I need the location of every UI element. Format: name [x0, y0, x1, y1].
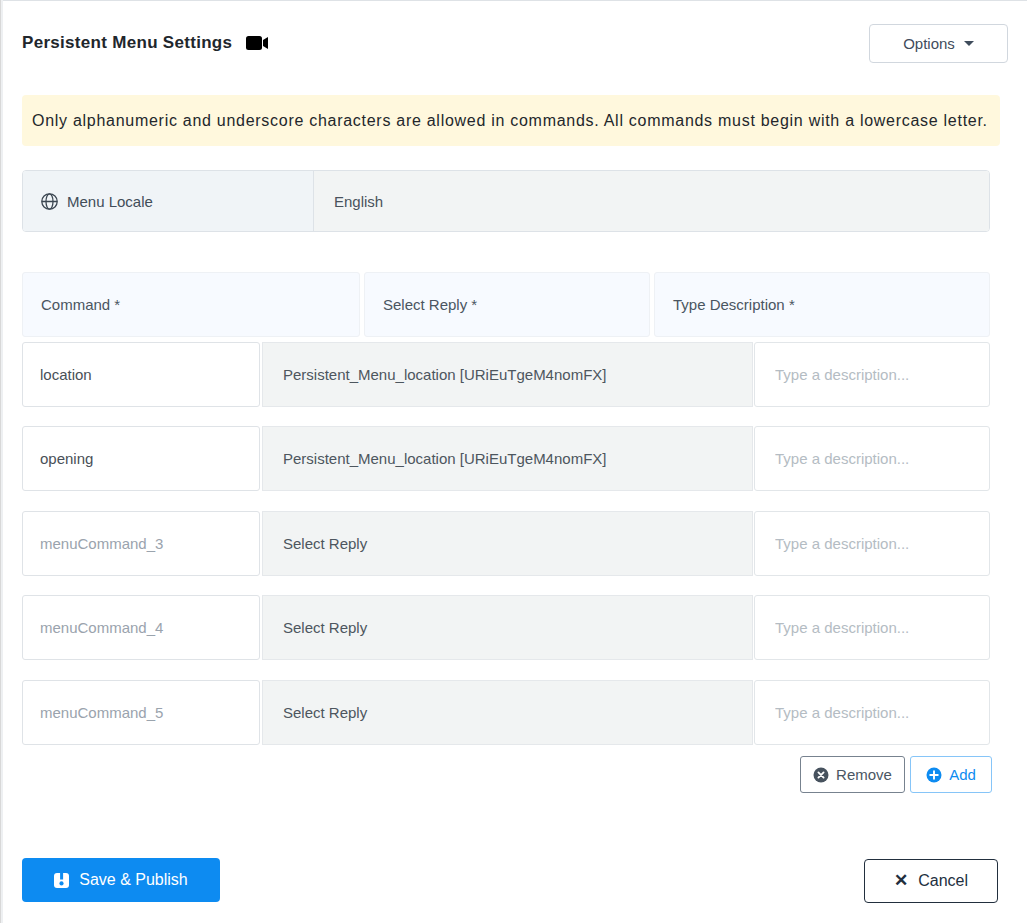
command-input-4[interactable] [22, 595, 260, 660]
reply-select-2[interactable]: Persistent_Menu_location [URiEuTgeM4nomF… [262, 426, 753, 491]
page-title: Persistent Menu Settings [22, 33, 232, 53]
save-publish-label: Save & Publish [79, 871, 188, 889]
add-button-label: Add [949, 766, 976, 783]
command-row-5: Select Reply [0, 680, 1027, 745]
command-row-3: Select Reply [0, 511, 1027, 576]
command-row-1: Persistent_Menu_location [URiEuTgeM4nomF… [0, 342, 1027, 407]
alert-banner: Only alphanumeric and underscore charact… [22, 95, 1000, 146]
reply-select-4[interactable]: Select Reply [262, 595, 753, 660]
options-button-label: Options [903, 35, 955, 52]
save-publish-button[interactable]: Save & Publish [22, 858, 220, 902]
remove-row-button[interactable]: Remove [800, 756, 905, 793]
globe-icon [41, 193, 58, 210]
close-x-icon: ✕ [894, 870, 908, 891]
menu-locale-value: English [313, 171, 989, 231]
save-icon [54, 873, 69, 888]
column-header-command: Command * [22, 272, 360, 337]
description-input-3[interactable] [754, 511, 990, 576]
menu-locale-label: Menu Locale [23, 171, 313, 231]
reply-select-5[interactable]: Select Reply [262, 680, 753, 745]
description-input-2[interactable] [754, 426, 990, 491]
video-camera-icon [246, 35, 269, 51]
description-input-4[interactable] [754, 595, 990, 660]
cancel-button-label: Cancel [918, 872, 968, 890]
column-header-select-reply: Select Reply * [364, 272, 650, 337]
command-input-1[interactable] [22, 342, 260, 407]
options-button[interactable]: Options [869, 24, 1008, 63]
remove-circle-icon [813, 767, 829, 783]
column-header-type-description: Type Description * [654, 272, 990, 337]
remove-button-label: Remove [836, 766, 892, 783]
command-input-2[interactable] [22, 426, 260, 491]
command-row-2: Persistent_Menu_location [URiEuTgeM4nomF… [0, 426, 1027, 491]
menu-locale-group: Menu Locale English [22, 170, 990, 232]
add-row-button[interactable]: Add [910, 756, 992, 793]
reply-select-3[interactable]: Select Reply [262, 511, 753, 576]
menu-locale-label-text: Menu Locale [67, 193, 153, 210]
command-row-4: Select Reply [0, 595, 1027, 660]
reply-select-1[interactable]: Persistent_Menu_location [URiEuTgeM4nomF… [262, 342, 753, 407]
add-circle-icon [926, 767, 942, 783]
command-input-5[interactable] [22, 680, 260, 745]
chevron-down-icon [964, 41, 974, 46]
panel-top-border [0, 0, 1027, 1]
description-input-5[interactable] [754, 680, 990, 745]
cancel-button[interactable]: ✕ Cancel [864, 859, 998, 903]
description-input-1[interactable] [754, 342, 990, 407]
command-input-3[interactable] [22, 511, 260, 576]
